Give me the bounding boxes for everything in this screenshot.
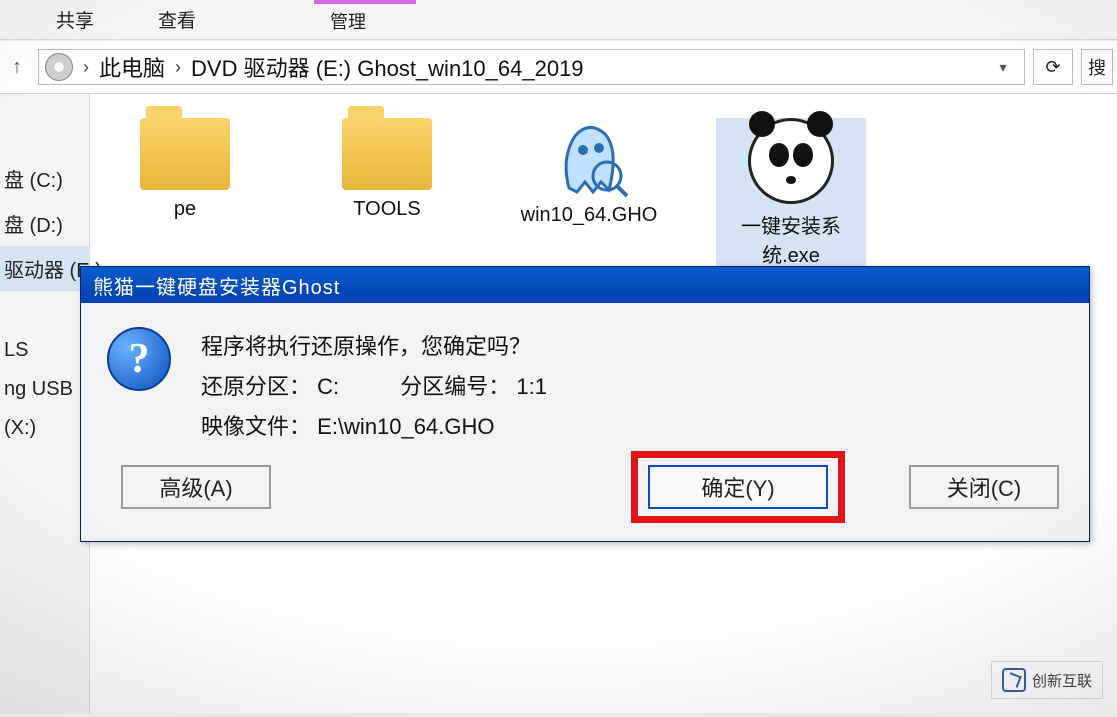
ribbon-tabs: 共享 查看 管理 [0,0,1117,40]
watermark-text: 创新互联 [1032,670,1092,691]
file-item-pe[interactable]: pe [110,118,260,221]
file-item-installer[interactable]: 一键安装系统.exe [716,118,866,268]
address-row: ↑ › 此电脑 › DVD 驱动器 (E:) Ghost_win10_64_20… [0,40,1117,94]
dialog-line3: 映像文件： E:\win10_64.GHO [201,407,547,447]
file-item-gho[interactable]: win10_64.GHO [514,118,664,227]
sidebar-item-usb[interactable]: ng USB [0,370,89,409]
refresh-button[interactable]: ⟳ [1033,49,1073,85]
dialog-line2: 还原分区： C: 分区编号： 1:1 [201,367,547,407]
ok-highlight: 确定(Y) [631,451,845,523]
chevron-right-icon: › [175,57,181,78]
file-label: 一键安装系统.exe [716,210,866,268]
advanced-button[interactable]: 高级(A) [121,465,271,509]
ok-button[interactable]: 确定(Y) [648,465,828,509]
sidebar-spacer [0,291,89,331]
confirm-dialog: 熊猫一键硬盘安装器Ghost ? 程序将执行还原操作，您确定吗？ 还原分区： C… [80,266,1090,542]
watermark: 创新互联 [991,661,1103,699]
sidebar-item-d[interactable]: 盘 (D:) [0,201,89,246]
breadcrumb-root[interactable]: 此电脑 [99,51,165,83]
dialog-title: 熊猫一键硬盘安装器Ghost [81,267,1089,303]
dialog-buttons: 高级(A) 确定(Y) 关闭(C) [81,465,1089,521]
file-item-tools[interactable]: TOOLS [312,118,462,221]
ribbon-tab-share[interactable]: 共享 [52,0,98,39]
breadcrumb-path[interactable]: DVD 驱动器 (E:) Ghost_win10_64_2019 [191,51,584,83]
file-label: TOOLS [312,198,462,221]
file-label: pe [110,198,260,221]
breadcrumb[interactable]: › 此电脑 › DVD 驱动器 (E:) Ghost_win10_64_2019… [38,49,1025,85]
nav-sidebar: 盘 (C:) 盘 (D:) 驱动器 (E:) LS ng USB (X:) [0,94,90,713]
file-label: win10_64.GHO [514,204,664,227]
ribbon-tab-view[interactable]: 查看 [154,0,200,39]
nav-up-icon[interactable]: ↑ [4,54,30,80]
search-input[interactable]: 搜 [1081,49,1113,85]
chevron-down-icon[interactable]: ▾ [988,59,1018,76]
folder-icon [140,118,230,190]
dialog-line1: 程序将执行还原操作，您确定吗？ [201,327,547,367]
sidebar-item-c[interactable]: 盘 (C:) [0,156,89,201]
sidebar-item-e[interactable]: 驱动器 (E:) [0,246,89,291]
disc-icon [45,53,73,81]
folder-icon [342,118,432,190]
question-icon: ? [107,327,171,391]
panda-icon [748,118,834,204]
dialog-text: 程序将执行还原操作，您确定吗？ 还原分区： C: 分区编号： 1:1 映像文件：… [201,327,547,447]
dialog-body: ? 程序将执行还原操作，您确定吗？ 还原分区： C: 分区编号： 1:1 映像文… [81,303,1089,457]
sidebar-item-x[interactable]: (X:) [0,409,89,448]
sidebar-item-ls[interactable]: LS [0,331,89,370]
ribbon-tab-manage[interactable]: 管理 [330,0,366,34]
ghost-icon [549,118,629,198]
chevron-right-icon: › [83,57,89,78]
close-button[interactable]: 关闭(C) [909,465,1059,509]
watermark-logo-icon [1002,668,1026,692]
